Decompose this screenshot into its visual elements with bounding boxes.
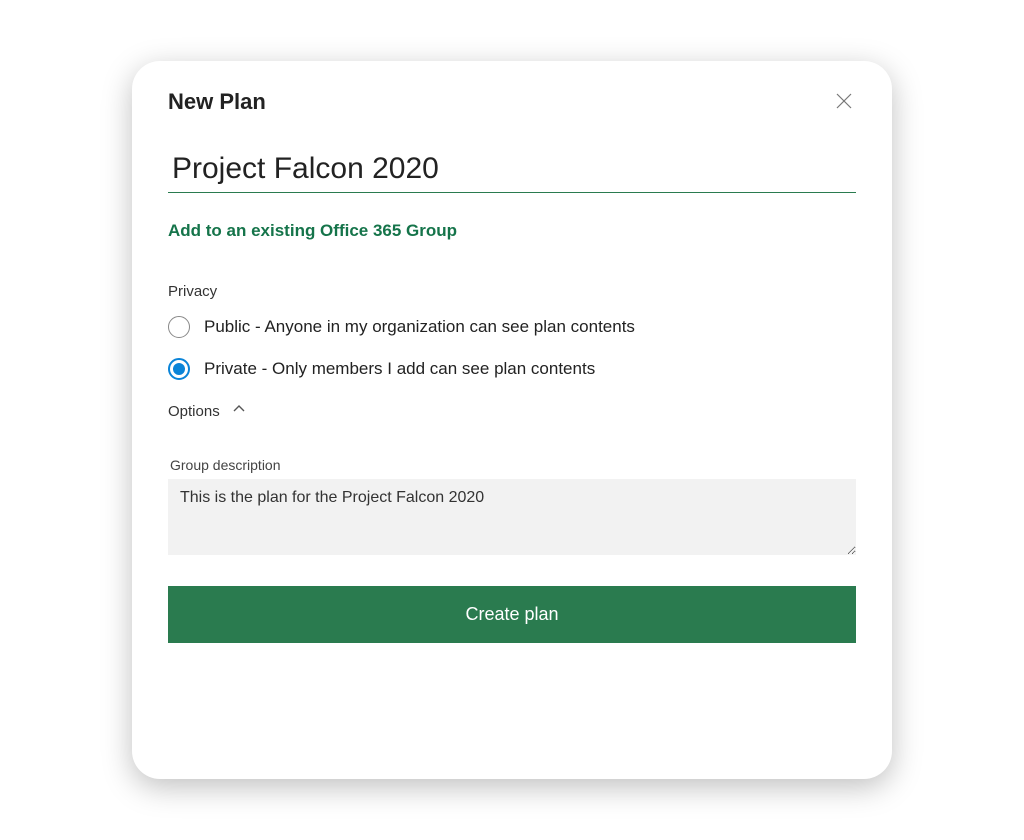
description-section: Group description This is the plan for t… bbox=[168, 457, 856, 560]
dialog-title: New Plan bbox=[168, 89, 266, 115]
description-label: Group description bbox=[168, 457, 856, 473]
radio-icon bbox=[168, 358, 190, 380]
privacy-label: Privacy bbox=[168, 283, 856, 300]
privacy-option-private[interactable]: Private - Only members I add can see pla… bbox=[168, 358, 856, 380]
privacy-option-label: Public - Anyone in my organization can s… bbox=[204, 317, 635, 337]
dialog-body: Add to an existing Office 365 Group Priv… bbox=[132, 124, 892, 779]
add-existing-group-link[interactable]: Add to an existing Office 365 Group bbox=[168, 221, 457, 241]
new-plan-dialog: New Plan Add to an existing Office 365 G… bbox=[132, 61, 892, 779]
radio-icon bbox=[168, 316, 190, 338]
privacy-option-label: Private - Only members I add can see pla… bbox=[204, 359, 595, 379]
footer-spacer bbox=[168, 643, 856, 681]
chevron-up-icon bbox=[232, 402, 246, 421]
options-toggle[interactable]: Options bbox=[168, 402, 856, 421]
group-description-textarea[interactable]: This is the plan for the Project Falcon … bbox=[168, 479, 856, 555]
privacy-section: Privacy Public - Anyone in my organizati… bbox=[168, 283, 856, 380]
create-plan-button[interactable]: Create plan bbox=[168, 586, 856, 643]
privacy-option-public[interactable]: Public - Anyone in my organization can s… bbox=[168, 316, 856, 338]
options-toggle-label: Options bbox=[168, 403, 220, 420]
plan-name-input[interactable] bbox=[168, 142, 856, 193]
dialog-header: New Plan bbox=[132, 61, 892, 124]
close-icon bbox=[836, 93, 852, 112]
close-button[interactable] bbox=[832, 89, 856, 116]
